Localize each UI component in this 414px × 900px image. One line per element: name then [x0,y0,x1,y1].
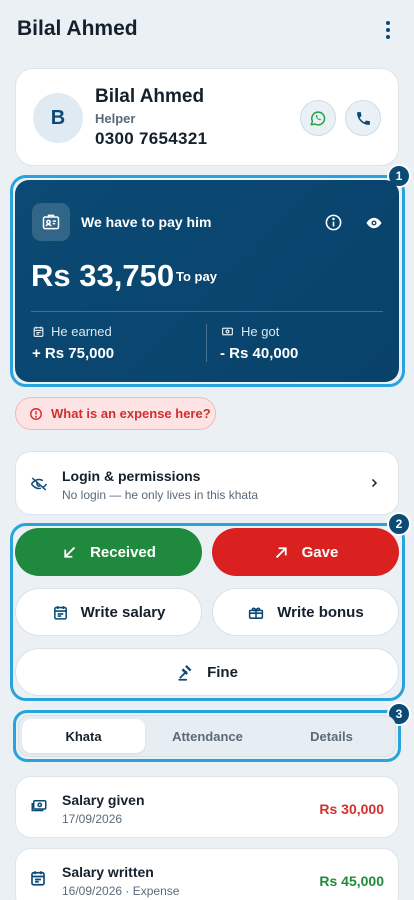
earned-label: He earned [51,324,112,339]
highlight-badge-2: 2 [387,512,411,536]
arrow-down-left-icon [64,546,76,558]
transaction-amount: Rs 30,000 [319,801,384,817]
login-title: Login & permissions [62,468,201,484]
whatsapp-icon [310,111,326,126]
id-card-icon [32,203,70,241]
transaction-title: Salary written [62,864,154,880]
write-bonus-button[interactable]: Write bonus [212,588,399,636]
tab-details[interactable]: Details [270,719,393,753]
divider [206,324,207,362]
phone-icon [356,111,370,125]
got-value: - Rs 40,000 [220,345,299,362]
got-summary: He got - Rs 40,000 [220,324,298,362]
balance-card: We have to pay him Rs 33,750 To pay He e… [15,180,399,382]
app-header: Bilal Ahmed [0,0,414,60]
calendar-icon [53,605,67,620]
no-login-icon [28,475,50,498]
arrow-up-right-icon [275,546,287,558]
divider [31,311,383,312]
login-subtitle: No login — he only lives in this khata [62,488,259,502]
list-item[interactable]: Salary given 17/09/2026 Rs 30,000 [15,776,399,838]
avatar: B [33,93,83,143]
login-permissions-row[interactable]: Login & permissions No login — he only l… [15,451,399,515]
info-icon [30,407,42,420]
earned-summary: He earned + Rs 75,000 [32,324,114,362]
profile-phone: 0300 7654321 [95,129,208,148]
gavel-icon [178,664,192,681]
earned-value: + Rs 75,000 [32,345,115,362]
chevron-right-icon [368,476,380,495]
tab-attendance[interactable]: Attendance [146,719,269,753]
balance-status: To pay [176,269,217,284]
transaction-date: 17/09/2026 [62,812,123,826]
tab-khata[interactable]: Khata [22,719,145,753]
balance-amount: Rs 33,750 [31,258,175,293]
got-label: He got [241,324,280,339]
expense-help-chip[interactable]: What is an expense here? [15,397,216,430]
info-icon[interactable] [324,213,343,237]
calendar-icon [29,869,47,892]
fine-button[interactable]: Fine [15,648,399,696]
eye-icon[interactable] [364,214,384,237]
page-title: Bilal Ahmed [17,17,138,40]
cash-icon [222,327,233,336]
calendar-icon [33,326,44,337]
write-salary-button[interactable]: Write salary [15,588,202,636]
fine-label: Fine [207,663,238,681]
profile-name: Bilal Ahmed [95,86,205,107]
received-label: Received [90,543,156,561]
profile-role: Helper [95,111,136,126]
transaction-amount: Rs 45,000 [319,873,384,889]
received-button[interactable]: Received [15,528,202,576]
gave-label: Gave [301,543,339,561]
kebab-menu-icon[interactable] [376,18,400,42]
expense-help-label: What is an expense here? [51,406,211,421]
cash-icon [29,797,49,820]
transaction-title: Salary given [62,792,145,808]
gave-button[interactable]: Gave [212,528,399,576]
balance-label: We have to pay him [81,214,212,230]
transaction-date: 16/09/2026 · Expense [62,884,180,898]
gift-icon [249,607,264,619]
write-salary-label: Write salary [80,603,166,621]
profile-card: B Bilal Ahmed Helper 0300 7654321 [15,68,399,166]
list-item[interactable]: Salary written 16/09/2026 · Expense Rs 4… [15,848,399,900]
tab-bar: Khata Attendance Details [18,715,396,757]
whatsapp-button[interactable] [300,100,336,136]
write-bonus-label: Write bonus [277,603,364,621]
call-button[interactable] [345,100,381,136]
